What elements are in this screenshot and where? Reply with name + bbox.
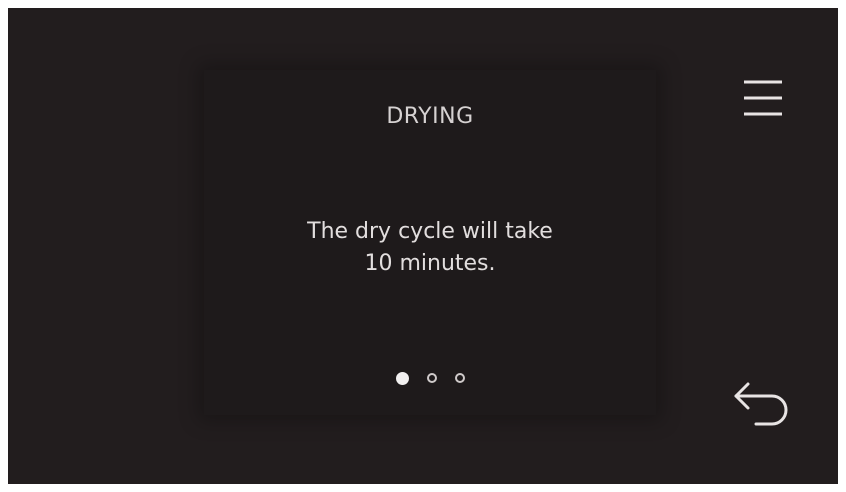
menu-button[interactable] bbox=[740, 74, 786, 120]
dry-cycle-message: The dry cycle will take 10 minutes. bbox=[204, 216, 656, 280]
back-arrow-icon bbox=[734, 382, 788, 426]
appliance-screen: DRYING The dry cycle will take 10 minute… bbox=[8, 8, 838, 484]
hamburger-menu-icon bbox=[744, 80, 782, 116]
page-dot-3[interactable] bbox=[454, 373, 465, 383]
page-dot-2[interactable] bbox=[426, 373, 437, 383]
info-panel: DRYING The dry cycle will take 10 minute… bbox=[204, 70, 656, 415]
page-dot-1[interactable] bbox=[395, 372, 409, 385]
screen-title: DRYING bbox=[386, 104, 474, 129]
message-line-2: 10 minutes. bbox=[364, 251, 496, 276]
message-line-1: The dry cycle will take bbox=[307, 219, 553, 244]
page-indicator bbox=[204, 372, 656, 385]
back-button[interactable] bbox=[726, 376, 792, 428]
